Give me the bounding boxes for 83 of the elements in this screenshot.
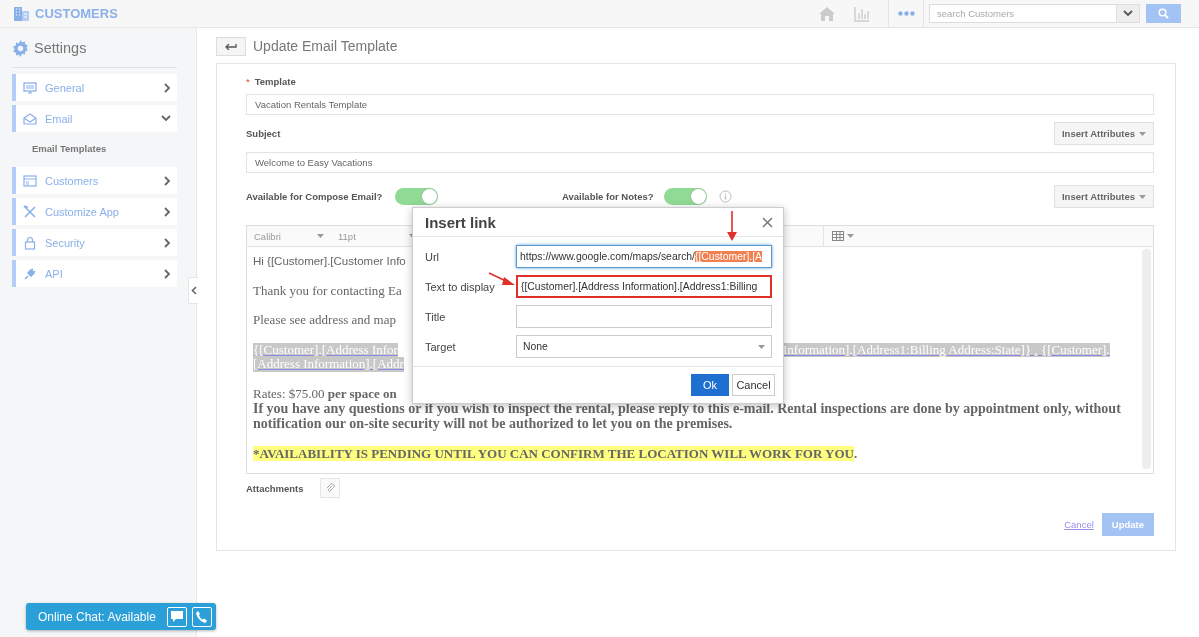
info-icon[interactable]: [718, 190, 732, 203]
ok-button[interactable]: Ok: [691, 374, 729, 396]
home-icon[interactable]: [818, 5, 836, 22]
buildings-icon: [13, 6, 30, 21]
template-field[interactable]: Vacation Rentals Template: [246, 94, 1154, 115]
sidebar-item[interactable]: API: [12, 260, 177, 287]
chevron-right-icon: [164, 268, 171, 279]
collapse-handle[interactable]: [188, 277, 198, 304]
insert-attributes-button[interactable]: Insert Attributes: [1053, 122, 1154, 145]
annotation-arrow: [726, 211, 738, 241]
plug-icon: [23, 266, 37, 281]
chevron-down-icon: [1123, 10, 1133, 17]
body-text: Hi {[Customer].[Customer Info: [253, 254, 407, 269]
update-button[interactable]: Update: [1101, 513, 1154, 536]
body-text: Rates: $75.00 per space on: [253, 386, 398, 401]
chevron-right-icon: [164, 237, 171, 248]
back-arrow-icon: [225, 42, 237, 50]
attach-button[interactable]: [319, 478, 340, 498]
sidebar-item[interactable]: Customize App: [12, 198, 177, 225]
sidebar-item[interactable]: General: [12, 74, 177, 101]
highlighted-text: *AVAILABILITY IS PENDING UNTIL YOU CAN CONFIRM THE LOCATION WILL WORK FOR YOU.: [253, 446, 859, 462]
text-field[interactable]: [516, 305, 772, 328]
body-text: Thank you for contacting Ea: [253, 283, 403, 298]
toggle-label: Available for Notes?: [562, 191, 654, 202]
chevron-right-icon: [164, 206, 171, 217]
sidebar-title: Settings: [34, 40, 87, 56]
close-button[interactable]: [762, 216, 773, 228]
caret-icon: [317, 234, 324, 238]
sidebar-item[interactable]: Customers: [12, 167, 177, 194]
caret-icon: [847, 234, 854, 238]
tools-icon: [23, 204, 37, 219]
chat-button[interactable]: [166, 606, 187, 627]
sidebar-subitem[interactable]: Email Templates: [32, 143, 107, 154]
cancel-link[interactable]: Cancel: [1064, 519, 1094, 530]
cancel-button[interactable]: Cancel: [732, 374, 775, 396]
toggle-switch[interactable]: [663, 188, 707, 205]
chevron-right-icon: [164, 82, 171, 93]
toggle-switch[interactable]: [395, 188, 439, 205]
search-button[interactable]: [1146, 4, 1181, 23]
attachments-label: Attachments: [246, 482, 304, 494]
font-dropdown[interactable]: Calibri: [247, 230, 331, 242]
back-button[interactable]: [216, 36, 246, 56]
search-icon: [1158, 8, 1169, 19]
chevron-right-icon: [164, 175, 171, 186]
field-label: Subject: [246, 128, 281, 139]
more-icon[interactable]: [897, 11, 915, 16]
speech-bubble-icon: [170, 611, 183, 622]
sidebar-item[interactable]: Security: [12, 229, 177, 256]
caret-icon: [758, 344, 765, 349]
page-title: Update Email Template: [253, 38, 398, 54]
field-label: Url: [425, 250, 441, 263]
paperclip-icon: [324, 483, 335, 493]
dropdown-button[interactable]: [1117, 4, 1140, 23]
phone-icon: [196, 610, 208, 623]
target-dropdown[interactable]: None: [516, 335, 772, 358]
caret-icon: [1139, 131, 1146, 136]
settings-icon: [12, 39, 29, 57]
app-title: CUSTOMERS: [35, 6, 118, 21]
close-icon: [762, 216, 773, 228]
toggle-label: Available for Compose Email?: [246, 191, 383, 202]
subject-field[interactable]: Welcome to Easy Vacations: [246, 152, 1154, 173]
field-label: Text to display: [425, 280, 496, 293]
lock-icon: [23, 235, 37, 250]
envelope-icon: [23, 111, 37, 126]
chevron-left-icon: [190, 286, 197, 295]
card-icon: [23, 173, 37, 188]
online-chat-bar[interactable]: Online Chat: Available: [26, 603, 216, 630]
text-field[interactable]: {[Customer].[Address Information].[Address1:Billing: [516, 275, 772, 298]
monitor-icon: [23, 80, 37, 95]
phone-button[interactable]: [191, 606, 212, 627]
chevron-down-icon: [161, 115, 171, 122]
caret-icon: [1139, 194, 1146, 199]
sidebar-item[interactable]: Email: [12, 105, 177, 132]
bar-chart-icon[interactable]: [854, 5, 870, 22]
field-label: Title: [425, 310, 447, 323]
field-label: * Template: [246, 76, 297, 87]
insert-attributes-button[interactable]: Insert Attributes: [1053, 185, 1154, 208]
field-label: Target: [425, 340, 457, 353]
table-icon[interactable]: [832, 231, 844, 241]
dialog-title: Insert link: [425, 213, 496, 231]
text-field[interactable]: https://www.google.com/maps/search/{[Customer].[A: [516, 245, 772, 268]
body-text: Please see address and map: [253, 313, 397, 328]
search-field[interactable]: search Customers: [929, 4, 1117, 23]
